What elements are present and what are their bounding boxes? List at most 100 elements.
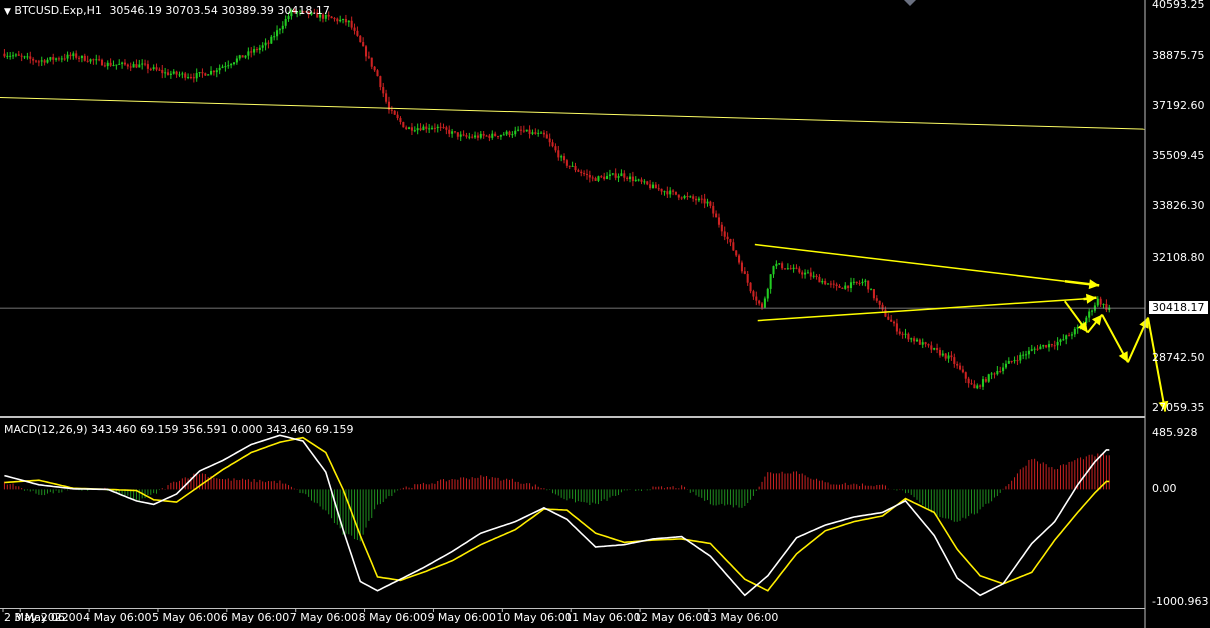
candle-body <box>60 58 63 60</box>
candle-body <box>717 217 721 225</box>
candle-body <box>86 60 89 62</box>
candle-body <box>55 58 58 60</box>
candle-body <box>577 170 580 172</box>
candle-body <box>453 131 457 133</box>
candle-body <box>118 63 121 65</box>
candle-body <box>643 181 646 183</box>
candle-body <box>187 77 190 79</box>
candle-body <box>399 118 402 123</box>
time-tick-label: 10 May 06:00 <box>496 611 572 624</box>
candle-body <box>798 268 801 273</box>
candle-body <box>273 36 276 38</box>
candle-body <box>913 338 916 342</box>
candle-body <box>993 373 996 375</box>
candle-body <box>436 126 439 129</box>
time-tick-label: 12 May 06:00 <box>634 611 710 624</box>
candle-body <box>603 176 606 180</box>
candle-body <box>606 176 609 180</box>
candle-body <box>75 53 78 58</box>
candle-body <box>40 60 43 62</box>
candle-body <box>138 64 141 68</box>
candle-body <box>528 129 531 134</box>
candle-body <box>502 134 505 136</box>
candle-body <box>634 179 637 182</box>
chart-canvas[interactable] <box>0 0 1210 628</box>
candle-body <box>1033 348 1036 350</box>
time-tick-label: 6 May 06:00 <box>220 611 290 624</box>
candle-body <box>232 62 236 65</box>
candle-body <box>574 165 577 171</box>
candle-body <box>694 198 698 201</box>
price-tick-label: 37192.60 <box>1152 99 1205 113</box>
candle-body <box>204 73 207 76</box>
candle-body <box>907 333 910 340</box>
candle-body <box>918 339 921 345</box>
candle-body <box>462 134 465 136</box>
candle-body <box>129 66 132 68</box>
collapse-triangle-icon[interactable]: ▼ <box>4 7 11 17</box>
candle-body <box>52 57 55 60</box>
candle-body <box>763 298 766 308</box>
candle-body <box>758 300 761 304</box>
candle-body <box>402 122 405 128</box>
candle-body <box>815 275 818 277</box>
candle-body <box>709 201 712 206</box>
candle-body <box>864 280 867 282</box>
candle-body <box>1056 341 1059 346</box>
candle-body <box>367 56 370 58</box>
candle-body <box>382 87 385 94</box>
candle-body <box>6 55 9 57</box>
candle-body <box>1010 360 1013 362</box>
price-tick-label: 40593.25 <box>1152 0 1205 11</box>
candle-body <box>1027 350 1030 355</box>
candle-body <box>689 196 692 198</box>
candle-body <box>588 174 591 178</box>
candle-body <box>72 53 75 57</box>
candle-body <box>970 383 973 385</box>
time-tick-label: 9 May 06:00 <box>427 611 496 624</box>
candle-body <box>881 304 884 310</box>
candle-body <box>956 363 959 366</box>
candle-body <box>123 62 126 65</box>
candle-body <box>1062 339 1065 341</box>
candle-body <box>927 344 930 346</box>
candle-body <box>26 56 29 58</box>
candle-body <box>769 274 772 289</box>
candle-body <box>746 273 749 283</box>
candle-body <box>264 42 267 46</box>
candle-body <box>1068 335 1071 337</box>
candle-body <box>964 372 967 379</box>
candle-body <box>1050 344 1053 346</box>
candle-body <box>594 178 597 181</box>
candle-body <box>824 280 827 285</box>
candle-body <box>867 280 870 290</box>
candle-body <box>686 195 689 197</box>
candle-body <box>614 173 617 178</box>
candle-body <box>591 177 594 179</box>
candle-body <box>522 130 525 132</box>
candle-body <box>1047 344 1051 348</box>
candle-body <box>425 126 428 129</box>
candle-body <box>887 316 890 320</box>
candle-body <box>921 342 924 345</box>
candle-body <box>57 58 60 60</box>
candle-body <box>571 165 574 167</box>
candle-body <box>646 181 649 185</box>
price-tick-label: 38875.75 <box>1152 48 1205 62</box>
candle-body <box>270 36 273 44</box>
candle-body <box>98 59 101 61</box>
candle-body <box>192 77 195 79</box>
price-tick-label: 32108.80 <box>1152 250 1205 264</box>
candle-body <box>738 255 741 263</box>
candle-body <box>649 184 652 189</box>
candle-body <box>95 59 98 61</box>
candle-body <box>809 272 812 277</box>
candle-body <box>396 114 399 119</box>
candle-body <box>78 57 81 59</box>
candle-body <box>729 239 732 243</box>
candle-body <box>376 70 379 77</box>
candle-body <box>1099 298 1102 305</box>
candle-body <box>1042 345 1045 347</box>
candle-body <box>812 275 815 277</box>
candle-body <box>651 184 655 189</box>
